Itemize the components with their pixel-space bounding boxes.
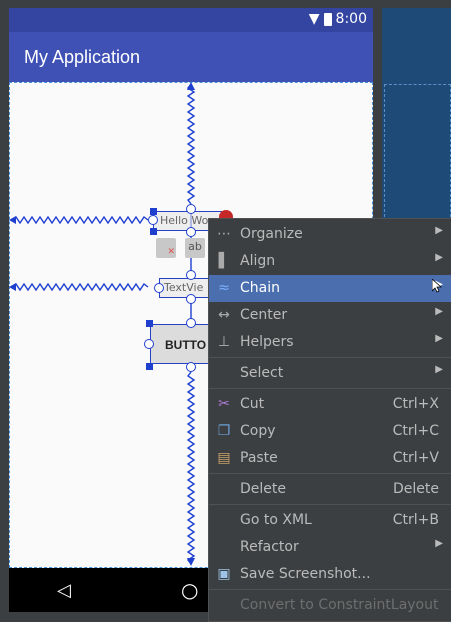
copy-icon: ❐ — [217, 423, 231, 439]
menu-item-copy[interactable]: ❐ Copy Ctrl+C — [209, 418, 451, 445]
constraint-zigzag-horizontal-2 — [11, 282, 149, 292]
anchor-bottom[interactable] — [186, 362, 196, 372]
menu-item-paste[interactable]: ▤ Paste Ctrl+V — [209, 445, 451, 472]
menu-item-cut[interactable]: ✂ Cut Ctrl+X — [209, 391, 451, 418]
constraint-zigzag-vertical-bottom — [186, 371, 196, 565]
resize-handle[interactable] — [146, 363, 153, 370]
anchor-left[interactable] — [148, 215, 158, 225]
menu-item-delete[interactable]: Delete Delete — [209, 476, 451, 503]
anchor-left[interactable] — [144, 339, 154, 349]
center-icon: ↔ — [218, 307, 230, 323]
menu-item-refactor[interactable]: Refactor ▶ — [209, 534, 451, 561]
menu-item-chain[interactable]: ≈ Chain ▶ — [209, 275, 451, 302]
submenu-arrow-icon: ▶ — [435, 364, 443, 375]
menu-separator — [209, 504, 451, 505]
menu-item-organize[interactable]: ⋯ Organize ▶ — [209, 221, 451, 248]
menu-separator — [209, 388, 451, 389]
anchor-top[interactable] — [186, 204, 196, 214]
back-icon[interactable]: ◁ — [57, 580, 71, 601]
menu-separator — [209, 357, 451, 358]
menu-item-select[interactable]: Select ▶ — [209, 360, 451, 387]
button-widget[interactable]: BUTTO — [150, 324, 212, 364]
menu-item-save-screenshot[interactable]: ▣ Save Screenshot... — [209, 561, 451, 588]
submenu-arrow-icon: ▶ — [435, 306, 443, 317]
anchor-top[interactable] — [186, 270, 196, 280]
mouse-cursor-icon — [432, 279, 442, 293]
chain-icon: ≈ — [218, 280, 230, 296]
baseline-icon[interactable]: ab — [185, 238, 205, 258]
anchor-top[interactable] — [186, 318, 196, 328]
delete-constraints-icon[interactable]: ✕ — [156, 238, 176, 258]
menu-item-helpers[interactable]: ⊥ Helpers ▶ — [209, 329, 451, 356]
anchor-left[interactable] — [154, 283, 164, 293]
camera-icon: ▣ — [217, 566, 231, 582]
resize-handle[interactable] — [146, 320, 153, 327]
submenu-arrow-icon: ▶ — [435, 225, 443, 236]
menu-item-convert-constraintlayout: Convert to ConstraintLayout — [240, 597, 439, 613]
scissors-icon: ✂ — [218, 396, 230, 412]
helpers-icon: ⊥ — [217, 334, 231, 350]
home-icon[interactable]: ○ — [181, 578, 198, 602]
submenu-arrow-icon: ▶ — [435, 538, 443, 549]
constraint-zigzag-horizontal-1 — [11, 215, 149, 225]
paste-icon: ▤ — [217, 450, 231, 466]
submenu-arrow-icon: ▶ — [435, 252, 443, 263]
resize-handle[interactable] — [150, 208, 157, 215]
anchor-bottom[interactable] — [186, 227, 196, 237]
constraint-zigzag-vertical-top — [186, 83, 196, 205]
menu-separator — [209, 589, 451, 590]
menu-item-align[interactable]: ▌ Align ▶ — [209, 248, 451, 275]
menu-separator — [209, 473, 451, 474]
anchor-bottom[interactable] — [186, 294, 196, 304]
organize-icon: ⋯ — [217, 226, 231, 242]
context-menu: ⋯ Organize ▶ ▌ Align ▶ ≈ Chain ▶ ↔ Cente… — [208, 218, 451, 622]
submenu-arrow-icon: ▶ — [435, 333, 443, 344]
menu-item-center[interactable]: ↔ Center ▶ — [209, 302, 451, 329]
resize-handle[interactable] — [150, 228, 157, 235]
menu-item-go-to-xml[interactable]: Go to XML Ctrl+B — [209, 507, 451, 534]
align-icon: ▌ — [218, 253, 230, 269]
